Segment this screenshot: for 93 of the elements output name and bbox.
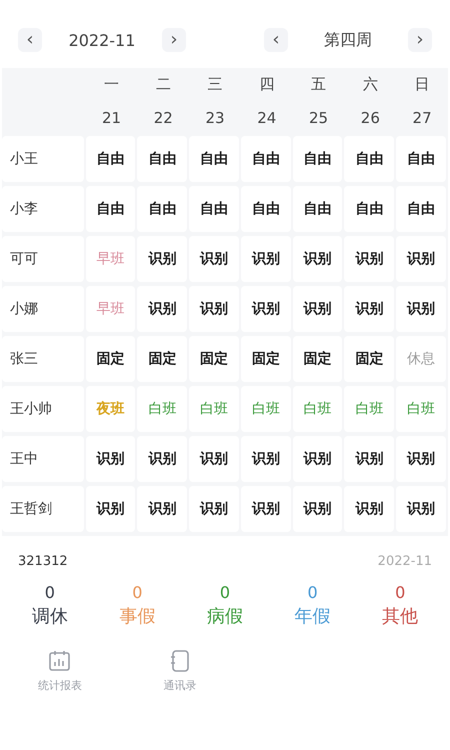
next-month-button[interactable]: › <box>162 28 186 52</box>
shift-cell[interactable]: 识别 <box>137 286 188 332</box>
previous-week-button[interactable]: ‹ <box>264 28 288 52</box>
employee-name: 小李 <box>2 186 84 232</box>
shift-cell[interactable]: 识别 <box>86 486 136 532</box>
leave-count: 0 <box>395 583 406 602</box>
leave-count: 0 <box>307 583 318 602</box>
weekday-label: 二 <box>154 75 172 94</box>
shift-cell[interactable]: 自由 <box>189 186 239 232</box>
next-week-button[interactable]: › <box>408 28 432 52</box>
weekday-label: 五 <box>310 75 328 94</box>
weekday-label: 六 <box>362 75 379 94</box>
leave-type-label: 其他 <box>382 605 418 628</box>
leave-type-label: 事假 <box>119 605 156 628</box>
shift-cell[interactable]: 自由 <box>240 136 291 182</box>
date-label: 26 <box>360 108 381 126</box>
employee-name: 王哲剑 <box>2 486 84 532</box>
shift-cell[interactable]: 识别 <box>189 236 239 282</box>
leave-count: 0 <box>44 583 55 602</box>
shift-cell[interactable]: 自由 <box>344 186 394 232</box>
date-label: 24 <box>256 108 278 126</box>
shift-cell[interactable]: 识别 <box>189 486 239 532</box>
shift-cell[interactable]: 自由 <box>137 136 188 182</box>
date-label: 21 <box>100 108 122 126</box>
shift-cell[interactable]: 固定 <box>292 336 342 382</box>
shift-cell[interactable]: 白班 <box>189 386 239 432</box>
shift-cell[interactable]: 白班 <box>396 386 446 432</box>
employee-name: 小娜 <box>2 286 84 332</box>
shift-cell[interactable]: 识别 <box>189 436 239 482</box>
shift-cell[interactable]: 识别 <box>292 486 342 532</box>
shift-cell[interactable]: 白班 <box>240 386 291 432</box>
leave-type-label: 年假 <box>294 605 331 628</box>
shift-cell[interactable]: 自由 <box>137 186 188 232</box>
date-label: 22 <box>152 108 174 126</box>
employee-name: 王小帅 <box>2 386 84 432</box>
shift-cell[interactable]: 识别 <box>137 236 188 282</box>
shift-cell[interactable]: 识别 <box>86 436 136 482</box>
date-label: 23 <box>204 108 226 126</box>
shift-cell[interactable]: 自由 <box>344 136 394 182</box>
shift-cell[interactable]: 识别 <box>396 486 446 532</box>
shift-cell[interactable]: 识别 <box>240 286 291 332</box>
week-label: 第四周 <box>323 30 373 50</box>
weekday-label: 四 <box>258 75 276 94</box>
shift-cell[interactable]: 自由 <box>240 186 291 232</box>
shift-cell[interactable]: 自由 <box>292 136 342 182</box>
shift-cell[interactable]: 识别 <box>240 436 291 482</box>
shift-cell[interactable]: 自由 <box>292 186 342 232</box>
shift-cell[interactable]: 识别 <box>292 286 342 332</box>
leave-count: 0 <box>220 583 230 602</box>
shift-cell[interactable]: 白班 <box>292 386 342 432</box>
shift-cell[interactable]: 识别 <box>396 286 446 332</box>
shift-cell[interactable]: 识别 <box>189 286 239 332</box>
shift-cell[interactable]: 白班 <box>137 386 188 432</box>
shift-cell[interactable]: 识别 <box>344 236 394 282</box>
shift-cell[interactable]: 识别 <box>240 486 291 532</box>
calendar-chart-icon <box>47 648 73 674</box>
shift-cell[interactable]: 识别 <box>396 236 446 282</box>
shift-cell[interactable]: 识别 <box>292 236 342 282</box>
employee-name: 张三 <box>2 336 84 382</box>
shift-cell[interactable]: 识别 <box>344 436 394 482</box>
shift-cell[interactable]: 固定 <box>189 336 239 382</box>
employee-name: 小王 <box>2 136 84 182</box>
shift-cell[interactable]: 识别 <box>137 486 188 532</box>
leave-type-label: 调休 <box>32 605 68 628</box>
date-label: 25 <box>308 108 330 126</box>
weekday-label: 一 <box>103 75 120 94</box>
shift-cell[interactable]: 自由 <box>86 186 136 232</box>
summary-month: 2022-11 <box>378 554 432 569</box>
shift-cell[interactable]: 自由 <box>396 186 446 232</box>
shift-cell[interactable]: 固定 <box>137 336 188 382</box>
shift-cell[interactable]: 识别 <box>344 486 394 532</box>
employee-name: 王中 <box>2 436 84 482</box>
shift-cell[interactable]: 自由 <box>86 136 136 182</box>
shift-cell[interactable]: 识别 <box>292 436 342 482</box>
previous-month-button[interactable]: ‹ <box>18 28 42 52</box>
shift-cell[interactable]: 识别 <box>396 436 446 482</box>
shift-cell[interactable]: 自由 <box>189 136 239 182</box>
shift-cell[interactable]: 固定 <box>240 336 291 382</box>
shift-cell[interactable]: 识别 <box>240 236 291 282</box>
weekday-label: 三 <box>206 75 224 94</box>
date-label: 27 <box>412 108 433 126</box>
shift-cell[interactable]: 识别 <box>344 286 394 332</box>
month-label: 2022-11 <box>68 30 136 50</box>
user-id: 321312 <box>18 554 68 569</box>
shift-cell[interactable]: 识别 <box>137 436 188 482</box>
leave-count: 0 <box>132 583 142 602</box>
shift-cell[interactable]: 固定 <box>344 336 394 382</box>
employee-name: 可可 <box>2 236 84 282</box>
weekday-label: 日 <box>414 75 431 94</box>
leave-type-label: 病假 <box>206 605 243 628</box>
shift-cell[interactable]: 白班 <box>344 386 394 432</box>
shift-cell[interactable]: 固定 <box>86 336 136 382</box>
shift-cell[interactable]: 自由 <box>396 136 446 182</box>
